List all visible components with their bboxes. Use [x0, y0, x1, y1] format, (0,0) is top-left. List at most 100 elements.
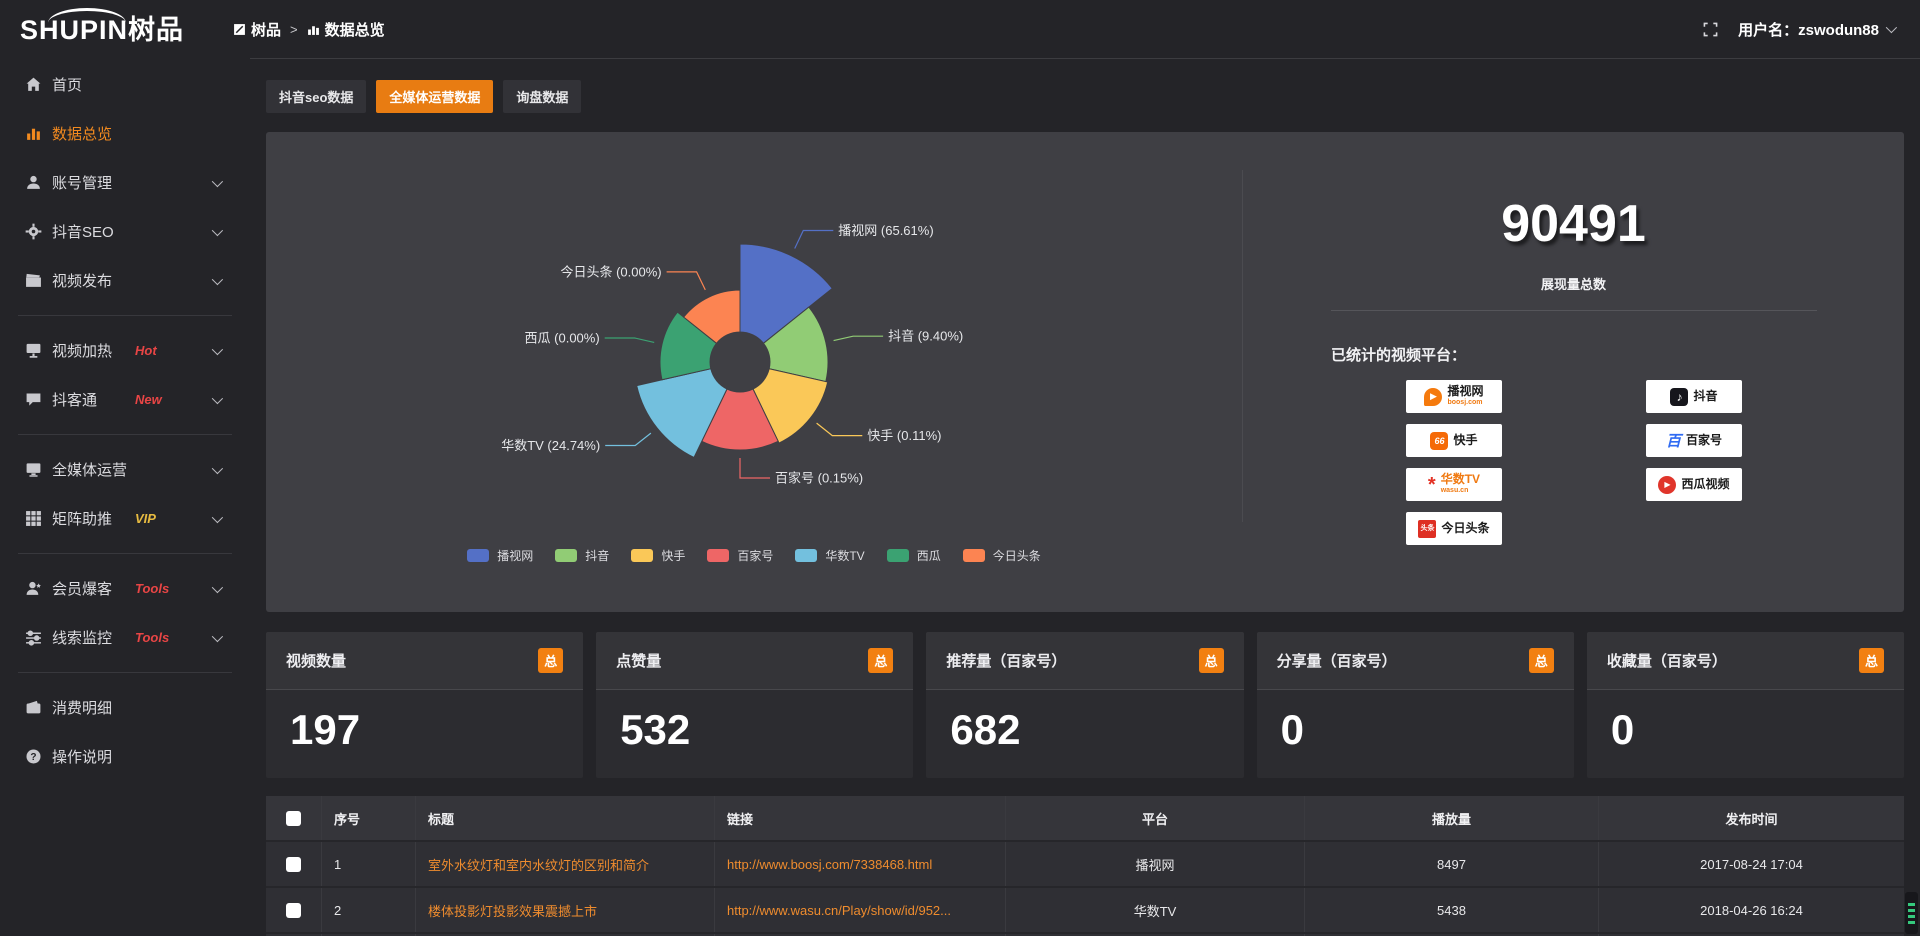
- platform-chip-right-0: ♪抖音: [1646, 380, 1742, 413]
- pie-label-line: [605, 433, 651, 445]
- chevron-down-icon: [212, 462, 223, 473]
- chevron-down-icon: [212, 175, 223, 186]
- stat-card-title: 推荐量（百家号）: [946, 650, 1066, 671]
- rose-pie-chart: 播视网 (65.61%) 抖音 (9.40%) 快手 (0.11%) 百家号 (0.1…: [266, 132, 1242, 612]
- total-badge: 总: [868, 648, 893, 673]
- cell-title[interactable]: 室外水纹灯和室内水纹灯的区别和简介: [416, 842, 715, 886]
- sidebar-item-13[interactable]: 线索监控Tools: [0, 613, 250, 662]
- breadcrumb-current[interactable]: 数据总览: [307, 19, 385, 40]
- platforms-title: 已统计的视频平台：: [1331, 344, 1466, 365]
- sidebar-item-0[interactable]: 首页: [0, 60, 250, 109]
- stat-card-value: 0: [1587, 690, 1904, 754]
- pie-label: 西瓜 (0.00%): [525, 331, 600, 346]
- stat-card-3: 分享量（百家号）总0: [1257, 632, 1574, 778]
- chevron-down-icon: [212, 273, 223, 284]
- sidebar-item-3[interactable]: 抖音SEO: [0, 207, 250, 256]
- sidebar-item-badge: Tools: [135, 581, 169, 596]
- sidebar-item-12[interactable]: 会员爆客Tools: [0, 564, 250, 613]
- sidebar-item-16[interactable]: ?操作说明: [0, 732, 250, 781]
- tab-2[interactable]: 询盘数据: [503, 80, 581, 113]
- sidebar-item-7[interactable]: 抖客通New: [0, 375, 250, 424]
- sidebar-item-badge: Hot: [135, 343, 157, 358]
- cell-link[interactable]: http://www.wasu.cn/Play/show/id/952...: [715, 888, 1006, 932]
- sidebar-item-2[interactable]: 账号管理: [0, 158, 250, 207]
- platform-chip-left-1: 66快手: [1406, 424, 1502, 457]
- stat-card-value: 0: [1257, 690, 1574, 754]
- user-menu[interactable]: 用户名：zswodun88: [1738, 19, 1894, 40]
- breadcrumb-home[interactable]: 树品: [233, 19, 281, 40]
- legend-label: 播视网: [497, 547, 533, 564]
- sidebar-item-label: 账号管理: [52, 172, 112, 193]
- platform-chip-right-1: 百百家号: [1646, 424, 1742, 457]
- legend-item-1[interactable]: 抖音: [555, 547, 609, 564]
- fullscreen-icon[interactable]: [1703, 22, 1718, 37]
- sidebar-divider: [18, 434, 232, 435]
- pie-label: 快手 (0.11%): [867, 428, 941, 443]
- legend-item-2[interactable]: 快手: [631, 547, 685, 564]
- topbar-right: 用户名：zswodun88: [1703, 0, 1894, 58]
- legend-swatch: [795, 549, 817, 562]
- sidebar-item-9[interactable]: 全媒体运营: [0, 445, 250, 494]
- cell-index: 1: [322, 842, 416, 886]
- chevron-down-icon: [1886, 22, 1897, 33]
- sidebar-item-label: 抖音SEO: [52, 221, 114, 242]
- stat-card-header: 分享量（百家号）总: [1257, 632, 1574, 690]
- stat-card-value: 197: [266, 690, 583, 754]
- cell-index: 2: [322, 888, 416, 932]
- stat-card-header: 点赞量总: [596, 632, 913, 690]
- select-all-checkbox[interactable]: [286, 811, 301, 826]
- legend-item-6[interactable]: 今日头条: [963, 547, 1041, 564]
- pie-label: 今日头条 (0.00%): [560, 264, 661, 279]
- legend-item-5[interactable]: 西瓜: [887, 547, 941, 564]
- sidebar-item-4[interactable]: 视频发布: [0, 256, 250, 305]
- legend-label: 西瓜: [917, 547, 941, 564]
- breadcrumb-chart-icon: [307, 23, 320, 36]
- breadcrumb-home-icon: [233, 23, 246, 36]
- stat-card-title: 分享量（百家号）: [1277, 650, 1397, 671]
- video-icon: [25, 272, 42, 289]
- row-checkbox[interactable]: [286, 903, 301, 918]
- sidebar-item-15[interactable]: 消费明细: [0, 683, 250, 732]
- boosj-icon: ▶: [1424, 388, 1442, 406]
- legend-item-4[interactable]: 华数TV: [795, 547, 864, 564]
- legend-label: 今日头条: [993, 547, 1041, 564]
- platform-chips-right: ♪抖音百百家号▶西瓜视频: [1646, 380, 1742, 501]
- wasu-icon: *: [1428, 476, 1436, 494]
- sidebar-item-1[interactable]: 数据总览: [0, 109, 250, 158]
- videos-table: 序号标题链接平台播放量发布时间1室外水纹灯和室内水纹灯的区别和简介http://…: [266, 796, 1904, 936]
- pie-label-line: [740, 458, 770, 478]
- sidebar-item-label: 线索监控: [52, 627, 112, 648]
- legend-swatch: [467, 549, 489, 562]
- column-header-1: 标题: [416, 796, 715, 840]
- chart-legend: 播视网 抖音 快手 百家号 华数TV 西瓜 今日头条: [266, 547, 1242, 564]
- pie-label: 百家号 (0.15%): [775, 471, 863, 486]
- sidebar-divider: [18, 672, 232, 673]
- row-checkbox[interactable]: [286, 857, 301, 872]
- column-header-3: 平台: [1006, 796, 1305, 840]
- legend-swatch: [887, 549, 909, 562]
- topbar-divider: [250, 58, 1920, 59]
- legend-label: 快手: [661, 547, 685, 564]
- pie-label-line: [834, 336, 884, 340]
- stat-card-value: 532: [596, 690, 913, 754]
- corner-widget[interactable]: [1905, 892, 1918, 934]
- legend-item-0[interactable]: 播视网: [467, 547, 533, 564]
- tab-0[interactable]: 抖音seo数据: [266, 80, 366, 113]
- tab-1[interactable]: 全媒体运营数据: [376, 80, 493, 113]
- sidebar-item-10[interactable]: 矩阵助推VIP: [0, 494, 250, 543]
- dashboard-page: SHUPIN树品 树品 > 数据总览 用户名：zswodun88 首页数据总览账…: [0, 0, 1920, 936]
- pie-label: 抖音 (9.40%): [888, 329, 963, 344]
- cell-title[interactable]: 楼体投影灯投影效果震撼上市: [416, 888, 715, 932]
- stat-card-2: 推荐量（百家号）总682: [926, 632, 1243, 778]
- chat-icon: [25, 391, 42, 408]
- user-star-icon: [25, 580, 42, 597]
- sidebar-item-badge: VIP: [135, 511, 156, 526]
- sidebar-item-6[interactable]: 视频加热Hot: [0, 326, 250, 375]
- column-header-2: 链接: [715, 796, 1006, 840]
- stat-card-header: 视频数量总: [266, 632, 583, 690]
- stat-card-header: 推荐量（百家号）总: [926, 632, 1243, 690]
- pie-label: 播视网 (65.61%): [838, 223, 933, 238]
- cell-link[interactable]: http://www.boosj.com/7338468.html: [715, 842, 1006, 886]
- legend-label: 华数TV: [825, 547, 864, 564]
- legend-item-3[interactable]: 百家号: [707, 547, 773, 564]
